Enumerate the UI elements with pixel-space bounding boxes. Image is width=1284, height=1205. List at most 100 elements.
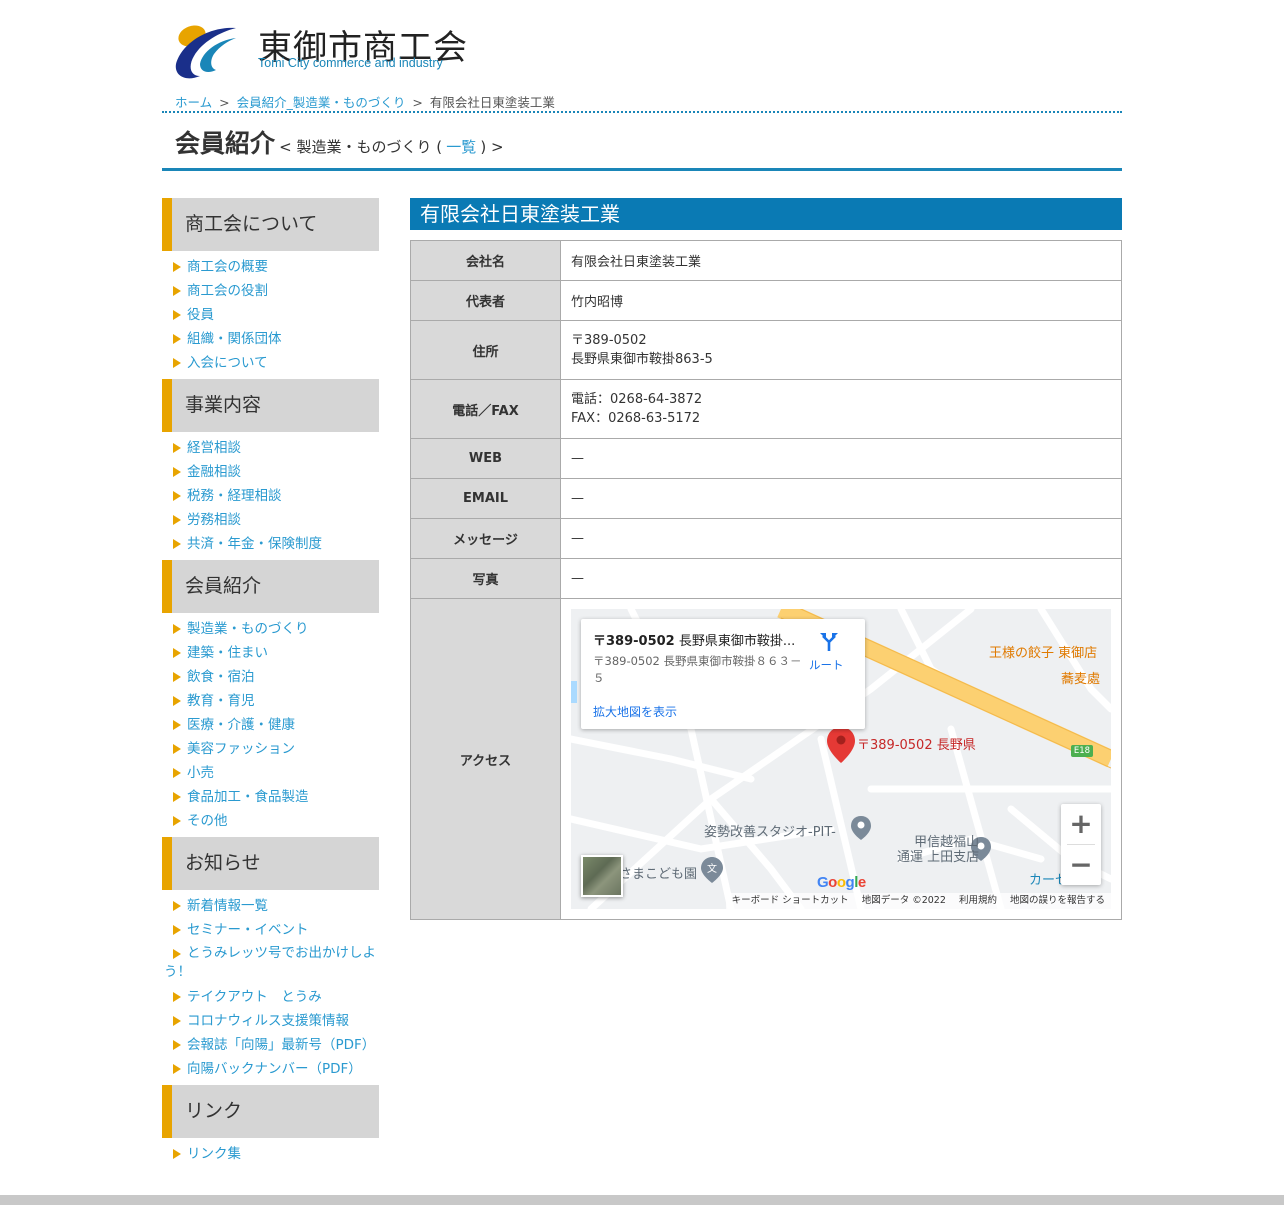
table-row: メッセージ — [410,518,1122,559]
google-logo: Google [817,874,866,891]
representative-value: 竹内昭博 [560,280,1122,321]
map-pin-icon[interactable] [827,727,855,763]
table-row: 電話／FAX 電話：0268-64-3872 FAX：0268-63-5172 [410,379,1122,439]
poi-soba-label[interactable]: 蕎麦處 [1061,668,1100,687]
poi-kids-label[interactable]: さまこども園 [619,863,697,882]
google-map[interactable]: 〒389-0502 長野県 王様の餃子 東御店 蕎麦處 E18 姿勢改善スタジオ… [571,609,1111,909]
larger-map-link[interactable]: 拡大地図を表示 [593,703,677,720]
web-label: WEB [410,438,561,479]
sidebar-item-organizations[interactable]: 組織・関係団体 [162,327,379,351]
sidebar-item-food-lodging[interactable]: 飲食・宿泊 [162,665,379,689]
representative-label: 代表者 [410,280,561,321]
table-row: 代表者 竹内昭博 [410,280,1122,321]
breadcrumb-category-link[interactable]: 会員紹介_製造業・ものづくり [237,95,406,110]
table-row: 住所 〒389-0502 長野県東御市鞍掛863-5 [410,320,1122,380]
sidebar-heading-services: 事業内容 [162,379,379,432]
breadcrumb-separator: > [412,95,423,110]
poi-gyoza-label[interactable]: 王様の餃子 東御店 [989,642,1097,661]
directions-button[interactable]: ルート [809,657,844,673]
sidebar-item-finance[interactable]: 金融相談 [162,460,379,484]
road-badge: E18 [1071,745,1093,757]
sidebar-list-members: 製造業・ものづくり 建築・住まい 飲食・宿泊 教育・育児 医療・介護・健康 美容… [162,613,379,837]
access-cell: 〒389-0502 長野県 王様の餃子 東御店 蕎麦處 E18 姿勢改善スタジオ… [560,598,1122,920]
sidebar-item-corona[interactable]: コロナウィルス支援策情報 [162,1009,379,1033]
directions-icon[interactable] [817,629,841,653]
page-title: 会員紹介 [175,129,276,158]
poi-studio-label[interactable]: 姿勢改善スタジオ-PIT- [704,821,836,840]
message-value: — [560,518,1122,559]
terms-link[interactable]: 利用規約 [959,895,997,906]
sidebar-item-beauty[interactable]: 美容ファッション [162,737,379,761]
sidebar-list-services: 経営相談 金融相談 税務・経理相談 労務相談 共済・年金・保険制度 [162,432,379,560]
poi-post-line1: 甲信越福山 [914,835,980,850]
map-info-card: 〒389-0502 長野県東御市鞍掛... 〒389-0502 長野県東御市鞍掛… [581,619,865,729]
sidebar-item-food-processing[interactable]: 食品加工・食品製造 [162,785,379,809]
sidebar-item-link-collection[interactable]: リンク集 [162,1142,379,1166]
address-zip: 〒389-0502 [571,333,647,348]
sidebar-item-news-list[interactable]: 新着情報一覧 [162,894,379,918]
sidebar-item-bulletin-latest[interactable]: 会報誌「向陽」最新号（PDF） [162,1033,379,1057]
zoom-out-button[interactable]: − [1061,845,1101,885]
site-header: 東御市商工会 Tomi City commerce and industry [162,16,562,86]
breadcrumb-home-link[interactable]: ホーム [175,95,212,110]
breadcrumb-current: 有限会社日東塗装工業 [429,95,555,110]
sidebar-item-construction[interactable]: 建築・住まい [162,641,379,665]
category-list-link[interactable]: 一覧 [446,138,476,156]
table-row: 会社名 有限会社日東塗装工業 [410,240,1122,281]
report-error-link[interactable]: 地図の誤りを報告する [1010,895,1105,906]
map-data-attribution: 地図データ ©2022 [861,895,946,906]
sidebar-list-news: 新着情報一覧 セミナー・イベント とうみレッツ号でお出かけしよう！ テイクアウト… [162,890,379,1085]
sidebar-item-insurance[interactable]: 共済・年金・保険制度 [162,532,379,556]
map-card-zip: 〒389-0502 [593,634,675,649]
page-heading: 会員紹介 < 製造業・ものづくり ( 一覧 ) > [175,124,504,160]
sidebar-item-seminar[interactable]: セミナー・イベント [162,918,379,942]
sidebar-item-tax[interactable]: 税務・経理相談 [162,484,379,508]
sidebar-item-overview[interactable]: 商工会の概要 [162,255,379,279]
breadcrumb-separator: > [219,95,230,110]
poi-post-line2: 通運 上田支店 [897,850,980,865]
sidebar: 商工会について 商工会の概要 商工会の役割 役員 組織・関係団体 入会について … [162,198,379,1170]
sidebar-heading-members: 会員紹介 [162,560,379,613]
sidebar-item-management[interactable]: 経営相談 [162,436,379,460]
sidebar-item-bulletin-archive[interactable]: 向陽バックナンバー（PDF） [162,1057,379,1081]
sidebar-heading-news: お知らせ [162,837,379,890]
access-label: アクセス [410,598,561,920]
sidebar-item-officers[interactable]: 役員 [162,303,379,327]
photo-label: 写真 [410,558,561,599]
keyboard-shortcuts-link[interactable]: キーボード ショートカット [732,895,849,906]
sidebar-item-labor[interactable]: 労務相談 [162,508,379,532]
table-row: WEB — [410,438,1122,479]
sidebar-item-manufacturing[interactable]: 製造業・ものづくり [162,617,379,641]
table-row: 写真 — [410,558,1122,599]
sidebar-item-lets-go[interactable]: とうみレッツ号でお出かけしよう！ [162,942,379,985]
site-subtitle: Tomi City commerce and industry [258,56,443,70]
school-pin-icon[interactable]: 文 [701,857,723,883]
table-row: EMAIL — [410,478,1122,519]
email-value: — [560,478,1122,519]
sidebar-item-role[interactable]: 商工会の役割 [162,279,379,303]
satellite-toggle-button[interactable] [581,855,623,897]
sidebar-item-membership[interactable]: 入会について [162,351,379,375]
photo-value: — [560,558,1122,599]
sidebar-item-other[interactable]: その他 [162,809,379,833]
sidebar-item-takeout[interactable]: テイクアウト とうみ [162,985,379,1009]
poi-pin-icon[interactable] [851,816,871,840]
zoom-in-button[interactable]: + [1061,804,1101,844]
map-card-address: 〒389-0502 長野県東御市鞍掛８６３－５ [593,654,802,685]
address-line: 長野県東御市鞍掛863-5 [571,352,713,367]
phone-fax-cell: 電話：0268-64-3872 FAX：0268-63-5172 [560,379,1122,439]
page-category-close: ) > [480,138,504,156]
pin-label: 〒389-0502 長野県 [857,738,976,753]
map-card-title-rest: 長野県東御市鞍掛... [674,634,796,649]
email-label: EMAIL [410,478,561,519]
sidebar-item-education[interactable]: 教育・育児 [162,689,379,713]
breadcrumb: ホーム > 会員紹介_製造業・ものづくり > 有限会社日東塗装工業 [175,92,555,111]
company-name-label: 会社名 [410,240,561,281]
poi-post-label[interactable]: 甲信越福山 通運 上田支店 [897,835,979,865]
sidebar-item-medical[interactable]: 医療・介護・健康 [162,713,379,737]
logo-icon[interactable] [170,20,240,80]
sidebar-item-retail[interactable]: 小売 [162,761,379,785]
company-name-value: 有限会社日東塗装工業 [560,240,1122,281]
web-value: — [560,438,1122,479]
table-row: アクセス 〒389-0502 長野県 王様の餃子 東御店 蕎麦處 E18 姿勢改… [410,598,1122,920]
